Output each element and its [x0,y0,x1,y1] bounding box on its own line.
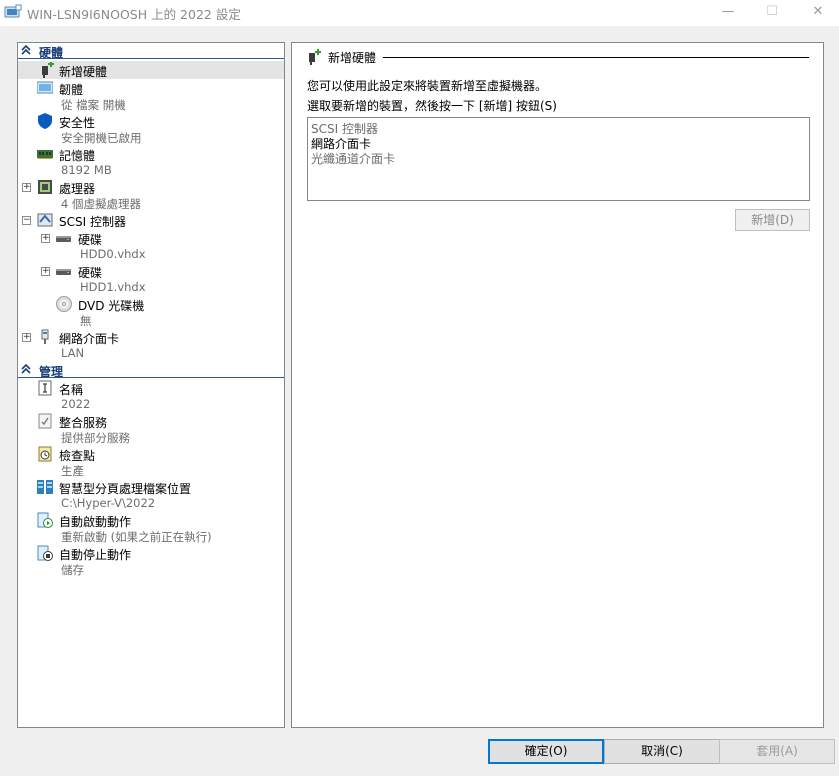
close-button[interactable]: ✕ [798,0,838,26]
device-option-fibre-channel-adapter[interactable]: 光纖通道介面卡 [311,150,395,167]
dvd-drive-icon [56,296,72,312]
tree-item-label: 安全性 [59,116,96,130]
title-bar: WIN-LSN9I6NOOSH 上的 2022 設定 — ☐ ✕ [0,0,839,26]
memory-icon [37,150,53,159]
smart-paging-icon [37,480,53,494]
tree-item-label: 名稱 [59,383,84,397]
tree-item-processor[interactable]: + 處理器 4 個虛擬處理器 [18,178,284,211]
description-text: 您可以使用此設定來將裝置新增至虛擬機器。 [307,79,548,93]
collapse-chevron-icon [21,44,31,55]
tree-item-label: DVD 光碟機 [78,299,145,313]
tree-item-sub: HDD0.vhdx [80,247,146,261]
processor-icon [38,180,52,194]
tree-item-label: 新增硬體 [59,65,108,79]
tree-item-name[interactable]: 名稱 2022 [18,379,284,412]
instruction-label: 選取要新增的裝置，然後按一下 [新增] 按鈕(S) [307,99,557,113]
tree-item-hard-drive-0[interactable]: + 硬碟 HDD0.vhdx [18,229,284,262]
expand-toggle[interactable]: + [41,267,50,276]
tree-item-network-adapter[interactable]: + 網路介面卡 LAN [18,328,284,361]
maximize-button[interactable]: ☐ [752,0,792,26]
tree-item-dvd-drive[interactable]: DVD 光碟機 無 [18,295,284,328]
tree-item-security[interactable]: 安全性 安全開機已啟用 [18,112,284,145]
tree-item-label: 智慧型分頁處理檔案位置 [59,482,192,496]
minimize-button[interactable]: — [708,0,748,26]
device-listbox[interactable]: SCSI 控制器 網路介面卡 光纖通道介面卡 [307,117,810,201]
tree-item-sub: 2022 [61,397,91,411]
collapse-toggle[interactable]: − [22,216,31,225]
name-icon [38,380,52,396]
tree-item-integration-services[interactable]: 整合服務 提供部分服務 [18,412,284,445]
tree-item-label: 檢查點 [59,449,96,463]
add-device-button[interactable]: 新增(D) [735,209,810,231]
network-adapter-icon [41,329,49,344]
title-divider [383,57,809,58]
scsi-controller-icon [37,213,53,227]
tree-item-label: SCSI 控制器 [59,215,126,229]
panel-title: 新增硬體 [328,51,377,65]
tree-item-label: 硬碟 [78,266,103,280]
tree-item-sub: 提供部分服務 [61,431,130,445]
section-label: 硬體 [39,46,64,60]
hard-drive-icon [56,236,71,242]
settings-tree[interactable]: 硬體 新增硬體 韌體 從 檔案 開機 安全性 安全開機已啟用 記憶體 8192 … [17,42,285,728]
shield-icon [38,113,52,129]
integration-services-icon [38,413,52,429]
cancel-button[interactable]: 取消(C) [604,739,720,764]
tree-item-sub: C:\Hyper-V\2022 [61,496,156,510]
tree-item-checkpoints[interactable]: 檢查點 生產 [18,445,284,478]
tree-item-label: 自動啟動動作 [59,515,132,529]
add-hardware-icon [309,49,321,65]
tree-item-sub: 4 個虛擬處理器 [61,197,141,211]
apply-button[interactable]: 套用(A) [719,739,835,764]
expand-toggle[interactable]: + [22,183,31,192]
firmware-icon [37,81,53,94]
section-header-management[interactable]: 管理 [18,362,284,379]
add-hardware-icon [42,62,54,78]
tree-item-label: 自動停止動作 [59,548,132,562]
section-header-hardware[interactable]: 硬體 [18,43,284,60]
tree-item-sub: 8192 MB [61,163,112,177]
tree-item-sub: HDD1.vhdx [80,280,146,294]
window-title: WIN-LSN9I6NOOSH 上的 2022 設定 [27,7,241,22]
tree-item-smart-paging-file-location[interactable]: 智慧型分頁處理檔案位置 C:\Hyper-V\2022 [18,478,284,511]
tree-item-label: 硬碟 [78,233,103,247]
tree-item-sub: 無 [80,314,92,328]
tree-item-sub: 儲存 [61,563,84,577]
hard-drive-icon [56,269,71,275]
tree-item-sub: 安全開機已啟用 [61,131,142,145]
expand-toggle[interactable]: + [22,333,31,342]
tree-item-label: 網路介面卡 [59,332,120,346]
auto-stop-icon [37,545,53,561]
checkpoint-icon [38,446,52,462]
tree-item-memory[interactable]: 記憶體 8192 MB [18,145,284,178]
expand-toggle[interactable]: + [41,234,50,243]
tree-item-hard-drive-1[interactable]: + 硬碟 HDD1.vhdx [18,262,284,295]
tree-item-sub: 生產 [61,464,84,478]
hyper-v-settings-icon [4,4,22,18]
tree-item-sub: 從 檔案 開機 [61,98,126,112]
section-label: 管理 [39,365,64,379]
tree-item-automatic-stop-action[interactable]: 自動停止動作 儲存 [18,544,284,577]
tree-item-sub: 重新啟動 (如果之前正在執行) [61,530,212,544]
auto-start-icon [37,512,53,528]
tree-item-label: 處理器 [59,182,96,196]
ok-button[interactable]: 確定(O) [488,739,604,764]
collapse-chevron-icon [21,363,31,374]
tree-item-sub: LAN [61,346,85,360]
details-panel: 新增硬體 您可以使用此設定來將裝置新增至虛擬機器。 選取要新增的裝置，然後按一下… [291,42,824,728]
tree-item-firmware[interactable]: 韌體 從 檔案 開機 [18,79,284,112]
tree-item-label: 記憶體 [59,149,96,163]
tree-item-automatic-start-action[interactable]: 自動啟動動作 重新啟動 (如果之前正在執行) [18,511,284,544]
tree-item-label: 整合服務 [59,416,108,430]
selection-highlight [18,61,284,79]
tree-item-label: 韌體 [59,83,84,97]
